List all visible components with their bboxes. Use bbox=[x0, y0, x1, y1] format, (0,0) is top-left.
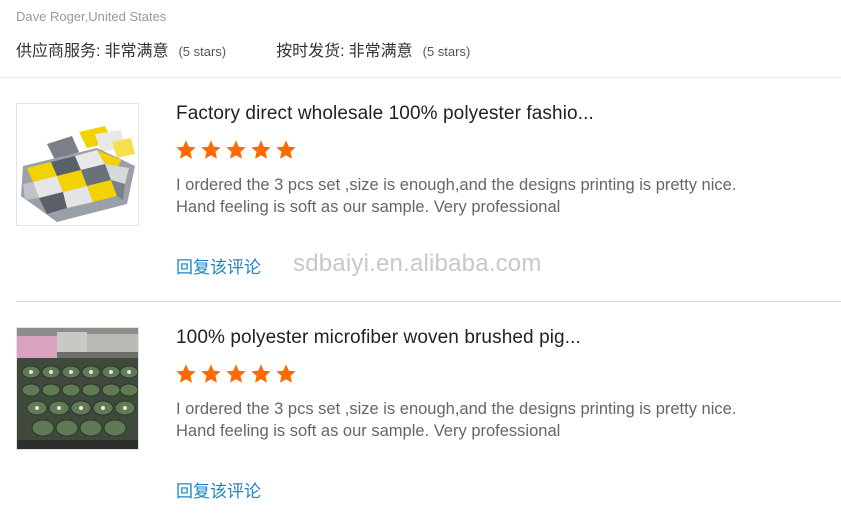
review-text: I ordered the 3 pcs set ,size is enough,… bbox=[176, 174, 826, 218]
fabric-rolls-image bbox=[17, 328, 138, 449]
reviewer-info: Dave Roger,United States bbox=[16, 9, 167, 24]
star-icon bbox=[251, 364, 271, 383]
star-icon bbox=[251, 140, 271, 159]
rating-label: 按时发货: bbox=[276, 43, 345, 60]
star-icon bbox=[176, 364, 196, 383]
product-title-link[interactable]: Factory direct wholesale 100% polyester … bbox=[176, 103, 594, 125]
rating-value: 非常满意 bbox=[348, 43, 413, 60]
star-rating bbox=[175, 363, 297, 385]
rating-on-time-delivery: 按时发货: 非常满意 (5 stars) bbox=[276, 37, 470, 61]
rating-label: 供应商服务: bbox=[16, 43, 101, 60]
watermark-text: sdbaiyi.en.alibaba.com bbox=[293, 250, 542, 277]
divider bbox=[0, 77, 841, 78]
supplier-ratings: 供应商服务: 非常满意 (5 stars) 按时发货: 非常满意 (5 star… bbox=[16, 37, 470, 61]
rating-supplier-service: 供应商服务: 非常满意 (5 stars) bbox=[16, 37, 226, 61]
review-text-line: I ordered the 3 pcs set ,size is enough,… bbox=[176, 176, 737, 194]
review-text-line: Hand feeling is soft as our sample. Very… bbox=[176, 422, 561, 440]
star-icon bbox=[276, 140, 296, 159]
star-icon bbox=[276, 364, 296, 383]
review-text-line: Hand feeling is soft as our sample. Very… bbox=[176, 198, 561, 216]
rating-stars-text: (5 stars) bbox=[178, 44, 227, 59]
star-icon bbox=[176, 140, 196, 159]
bedding-image bbox=[17, 104, 138, 225]
reply-review-link[interactable]: 回复该评论 bbox=[176, 477, 261, 502]
rating-stars-text: (5 stars) bbox=[422, 44, 471, 59]
star-icon bbox=[226, 364, 246, 383]
star-icon bbox=[226, 140, 246, 159]
reply-review-link[interactable]: 回复该评论 bbox=[176, 253, 261, 278]
review-text: I ordered the 3 pcs set ,size is enough,… bbox=[176, 398, 826, 442]
product-thumbnail[interactable] bbox=[16, 103, 139, 226]
review-text-line: I ordered the 3 pcs set ,size is enough,… bbox=[176, 400, 737, 418]
divider bbox=[16, 301, 841, 302]
star-icon bbox=[201, 140, 221, 159]
rating-value: 非常满意 bbox=[104, 43, 169, 60]
product-title-link[interactable]: 100% polyester microfiber woven brushed … bbox=[176, 327, 581, 349]
review-item: 100% polyester microfiber woven brushed … bbox=[16, 327, 841, 527]
star-icon bbox=[201, 364, 221, 383]
product-thumbnail[interactable] bbox=[16, 327, 139, 450]
review-item: Factory direct wholesale 100% polyester … bbox=[16, 103, 841, 303]
star-rating bbox=[175, 139, 297, 161]
